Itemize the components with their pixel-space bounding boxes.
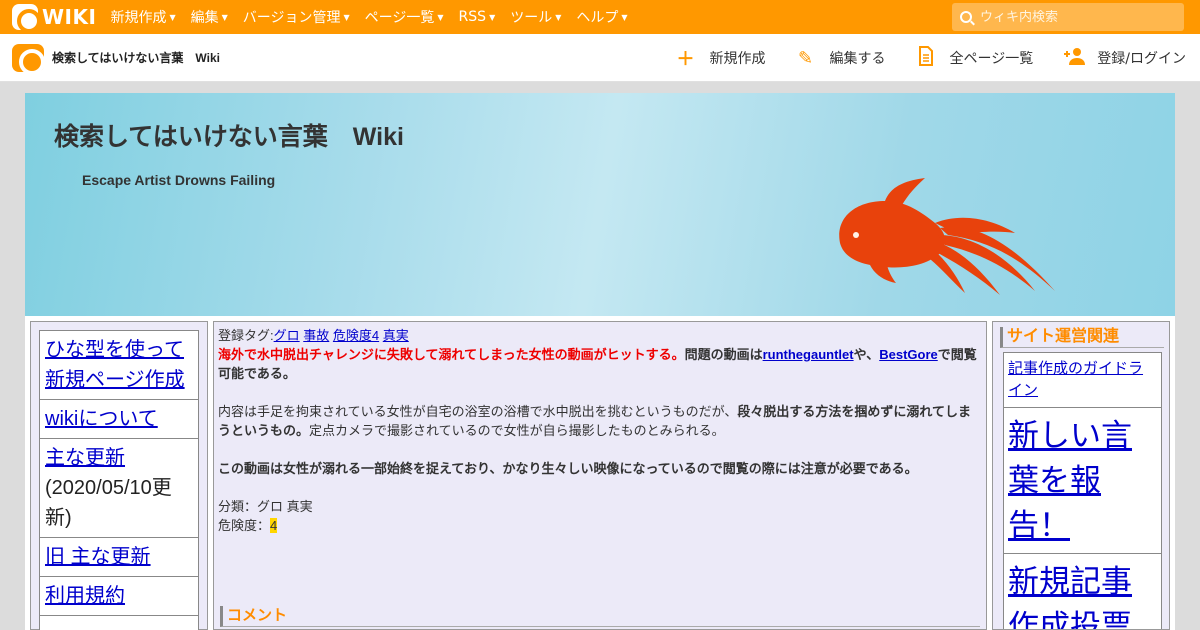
- nav-link-template-new-page[interactable]: ひな型を使って新規ページ作成: [45, 339, 185, 391]
- menu-cell: [39, 615, 199, 630]
- wiki-search-box[interactable]: [952, 3, 1184, 31]
- action-label: 登録/ログイン: [1097, 51, 1186, 67]
- summary-alert-text: 海外で水中脱出チャレンジに失敗して溺れてしまった女性の動画がヒットする。: [218, 347, 685, 362]
- sidebar-cell: 記事作成のガイドライン: [1003, 352, 1162, 408]
- menu-label: ページ一覧: [364, 10, 435, 26]
- search-icon[interactable]: [960, 11, 972, 23]
- nav-link-about-wiki[interactable]: wikiについて: [45, 408, 158, 430]
- caret-down-icon: ▼: [437, 12, 444, 22]
- menu-rss[interactable]: RSS ▼: [459, 7, 496, 27]
- action-label: 編集する: [829, 51, 886, 67]
- menu-version[interactable]: バージョン管理 ▼: [243, 7, 350, 27]
- summary-text: や、: [853, 347, 880, 362]
- tag-link[interactable]: 事故: [303, 328, 329, 343]
- source-link-bestgore[interactable]: BestGore: [879, 347, 938, 362]
- menu-new[interactable]: 新規作成 ▼: [110, 7, 175, 27]
- plus-icon: ＋: [676, 49, 695, 70]
- global-topbar: WIKI 新規作成 ▼ 編集 ▼ バージョン管理 ▼ ページ一覧 ▼ RSS ▼ ツール ▼…: [0, 0, 1200, 34]
- search-input[interactable]: [980, 9, 1170, 25]
- danger-line: 危険度：4: [218, 516, 982, 535]
- tags-label: 登録タグ:: [218, 328, 274, 343]
- caret-down-icon: ▼: [555, 12, 562, 22]
- caret-down-icon: ▼: [169, 12, 176, 22]
- warning-paragraph: この動画は女性が溺れる一部始終を捉えており、かなり生々しい映像になっているので閲…: [218, 461, 918, 476]
- menu-cell: ひな型を使って新規ページ作成: [39, 330, 199, 400]
- sidebar-cell: 新規記事作成投票: [1003, 553, 1162, 629]
- sidebar-heading: サイト運営関連: [1000, 327, 1164, 348]
- global-menu: 新規作成 ▼ 編集 ▼ バージョン管理 ▼ ページ一覧 ▼ RSS ▼ ツール ▼ ヘルプ ▼: [110, 7, 642, 27]
- page-actions: ＋ 新規作成 ✎ 編集する 全ページ一覧 登録/ログイン: [646, 34, 1186, 82]
- article-body: 登録タグ:グロ 事故 危険度4 真実 海外で水中脱出チャレンジに失敗して溺れてし…: [213, 321, 987, 630]
- content-paragraph: 内容は手足を拘束されている女性が自宅の浴室の浴槽で水中脱出を挑むというものだが、…: [218, 402, 982, 440]
- site-header-bar: 検索してはいけない言葉 Wiki ＋ 新規作成 ✎ 編集する 全ページ一覧 登録…: [0, 34, 1200, 82]
- updates-date-note: (2020/05/10更新): [45, 477, 172, 529]
- site-banner: 検索してはいけない言葉 Wiki Escape Artist Drowns Fa…: [25, 93, 1175, 316]
- all-pages-button[interactable]: 全ページ一覧: [916, 45, 1034, 71]
- link-new-article-vote[interactable]: 新規記事作成投票: [1008, 564, 1132, 629]
- nav-link-old-updates[interactable]: 旧 主な更新: [45, 546, 151, 568]
- link-article-guideline[interactable]: 記事作成のガイドライン: [1008, 360, 1143, 399]
- nav-link-terms[interactable]: 利用規約: [45, 585, 125, 607]
- site-logo-icon[interactable]: [12, 43, 45, 75]
- new-page-button[interactable]: ＋ 新規作成: [676, 45, 766, 71]
- menu-edit[interactable]: 編集 ▼: [191, 7, 228, 27]
- menu-label: ヘルプ: [576, 10, 619, 26]
- menu-label: 編集: [190, 10, 219, 26]
- register-login-button[interactable]: 登録/ログイン: [1063, 47, 1186, 70]
- action-label: 新規作成: [709, 51, 766, 67]
- action-label: 全ページ一覧: [949, 51, 1034, 67]
- atwiki-logo[interactable]: WIKI: [12, 0, 96, 34]
- nav-link-updates[interactable]: 主な更新: [45, 447, 125, 469]
- summary-text: 問題の動画は: [684, 347, 763, 362]
- banner-title[interactable]: 検索してはいけない言葉 Wiki: [54, 117, 404, 153]
- goldfish-illustration: [839, 178, 1055, 295]
- menu-label: RSS: [458, 9, 487, 25]
- menu-label: バージョン管理: [242, 10, 341, 26]
- pencil-icon: ✎: [798, 47, 814, 69]
- caret-down-icon: ▼: [489, 12, 496, 22]
- document-icon: [916, 45, 936, 71]
- comment-heading: コメント: [220, 606, 980, 627]
- menu-cell: 主な更新 (2020/05/10更新): [39, 438, 199, 538]
- left-menu-table: ひな型を使って新規ページ作成 wikiについて 主な更新 (2020/05/10更…: [39, 330, 199, 630]
- caret-down-icon: ▼: [621, 12, 628, 22]
- caret-down-icon: ▼: [221, 12, 228, 22]
- user-add-icon: [1063, 47, 1086, 70]
- tag-line: 登録タグ:グロ 事故 危険度4 真実: [218, 326, 982, 345]
- at-logo-icon: [12, 4, 41, 33]
- right-sidebar: サイト運営関連 記事作成のガイドライン 新しい言葉を報告！ 新規記事作成投票: [992, 321, 1170, 630]
- danger-label: 危険度：: [218, 518, 271, 533]
- banner-subtitle: Escape Artist Drowns Failing: [82, 172, 276, 188]
- tag-link[interactable]: 危険度4: [333, 328, 379, 343]
- tag-link[interactable]: グロ: [274, 328, 300, 343]
- link-report-new-word[interactable]: 新しい言葉を報告！: [1008, 418, 1132, 543]
- menu-label: ツール: [510, 10, 553, 26]
- summary-paragraph: 海外で水中脱出チャレンジに失敗して溺れてしまった女性の動画がヒットする。問題の動…: [218, 345, 982, 383]
- menu-cell: 旧 主な更新: [39, 537, 199, 577]
- menu-cell: 利用規約: [39, 576, 199, 616]
- category-line: 分類：グロ 真実: [218, 499, 313, 514]
- logo-text: WIKI: [42, 5, 97, 29]
- menu-pages[interactable]: ページ一覧 ▼: [365, 7, 444, 27]
- menu-help[interactable]: ヘルプ ▼: [576, 7, 627, 27]
- edit-page-button[interactable]: ✎ 編集する: [796, 48, 886, 69]
- paragraph-text: 定点カメラで撮影されているので女性が自ら撮影したものとみられる。: [309, 423, 725, 438]
- sidebar-cell: 新しい言葉を報告！: [1003, 407, 1162, 554]
- tag-link[interactable]: 真実: [383, 328, 409, 343]
- source-link-runthegauntlet[interactable]: runthegauntlet: [763, 347, 854, 362]
- paragraph-text: 内容は手足を拘束されている女性が自宅の浴室の浴槽で水中脱出を挑むというものだが、: [218, 404, 738, 419]
- caret-down-icon: ▼: [343, 12, 350, 22]
- menu-label: 新規作成: [110, 10, 167, 26]
- danger-level-badge: 4: [270, 518, 278, 533]
- menu-tools[interactable]: ツール ▼: [510, 7, 561, 27]
- menu-cell: wikiについて: [39, 399, 199, 439]
- site-title-link[interactable]: 検索してはいけない言葉 Wiki: [52, 49, 220, 66]
- sidebar-table: 記事作成のガイドライン 新しい言葉を報告！ 新規記事作成投票: [1003, 352, 1162, 629]
